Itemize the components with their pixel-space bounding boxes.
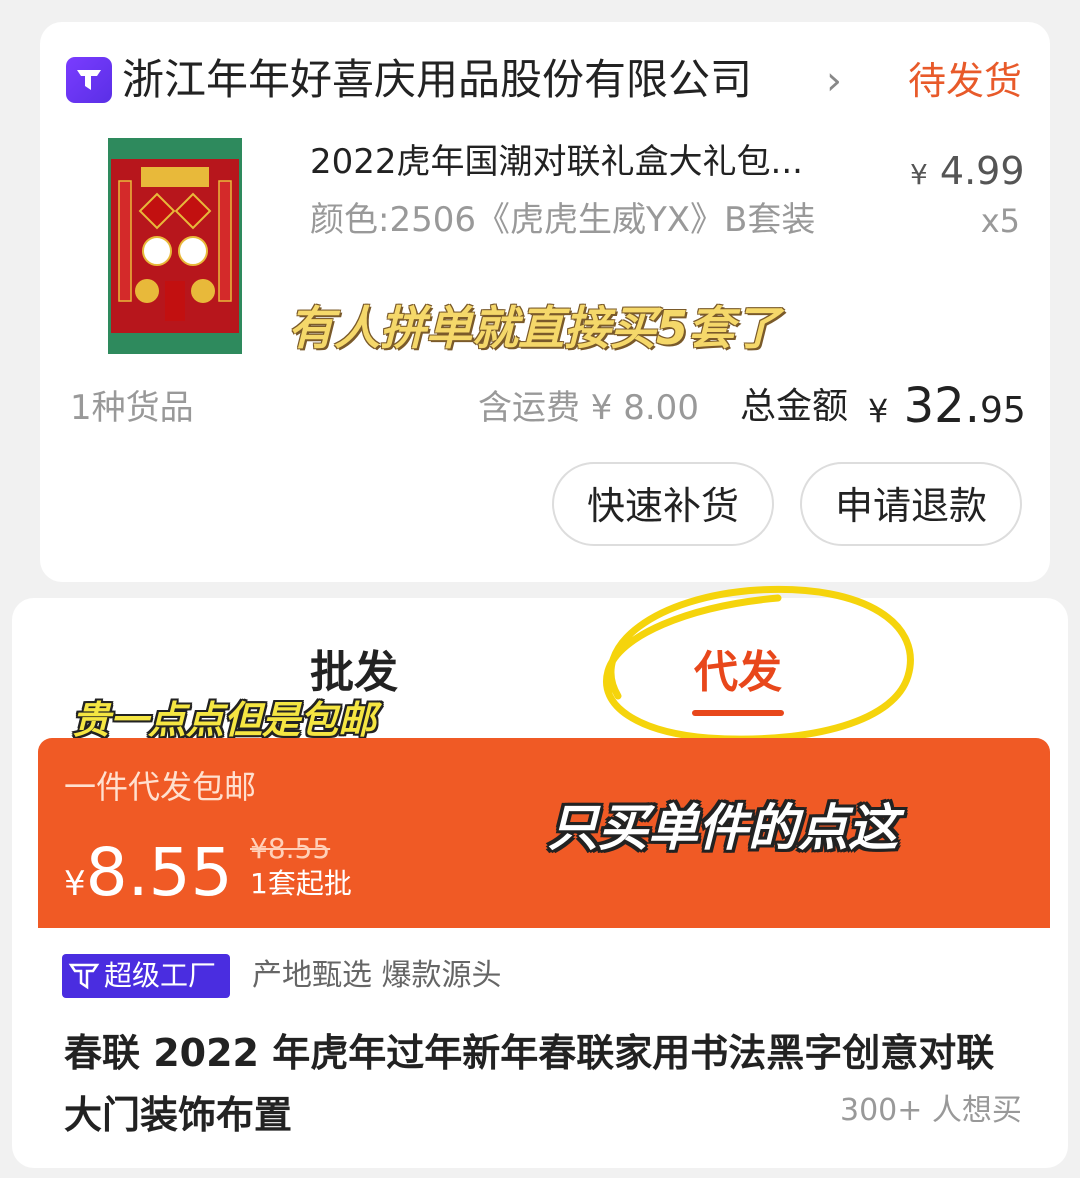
quick-restock-button[interactable]: 快速补货 [552,462,774,546]
request-refund-button[interactable]: 申请退款 [800,462,1022,546]
shop-name-link[interactable]: 浙江年年好喜庆用品股份有限公司 [122,52,752,108]
annotation-single-purchase: 只买单件的点这 [548,799,898,857]
currency-symbol: ¥ [910,158,928,191]
dropship-title: 一件代发包邮 [64,768,257,806]
highlight-circle-annotation [603,585,914,743]
order-status: 待发货 [908,59,1023,103]
currency-symbol: ¥ [64,864,86,904]
goods-count: 1种货品 [70,388,194,428]
currency-symbol: ¥ [868,392,889,430]
total-amount: ¥ 32.95 [868,376,1026,441]
product-thumbnail[interactable] [108,138,242,354]
total-decimal: 95 [979,390,1026,431]
dropship-price-value: 8.55 [85,834,233,911]
chevron-right-icon[interactable]: › [826,56,842,106]
factory-logo-icon [68,963,100,990]
unit-price: ¥ 4.99 [910,146,1025,200]
shipping-fee: 含运费 ¥ 8.00 [478,388,699,428]
product-variant: 颜色:2506《虎虎生威YX》B套装 [310,200,816,240]
annotation-buy-five: 有人拼单就直接买5套了 [288,301,781,355]
minimum-order: 1套起批 [250,867,352,900]
unit-price-value: 4.99 [939,149,1025,193]
shop-logo-icon [66,57,112,103]
total-label: 总金额 [740,386,849,427]
quantity: x5 [980,202,1020,240]
super-factory-badge: 超级工厂 [62,954,230,998]
want-count: 300+ 人想买 [840,1093,1022,1128]
total-int: 32. [903,378,980,434]
original-price: ¥8.55 [250,832,331,865]
product-title[interactable]: 2022虎年国潮对联礼盒大礼包... [310,138,870,186]
badge-label: 超级工厂 [104,959,217,992]
factory-tags: 产地甄选 爆款源头 [252,958,502,993]
dropship-price: ¥8.55 [64,830,233,927]
